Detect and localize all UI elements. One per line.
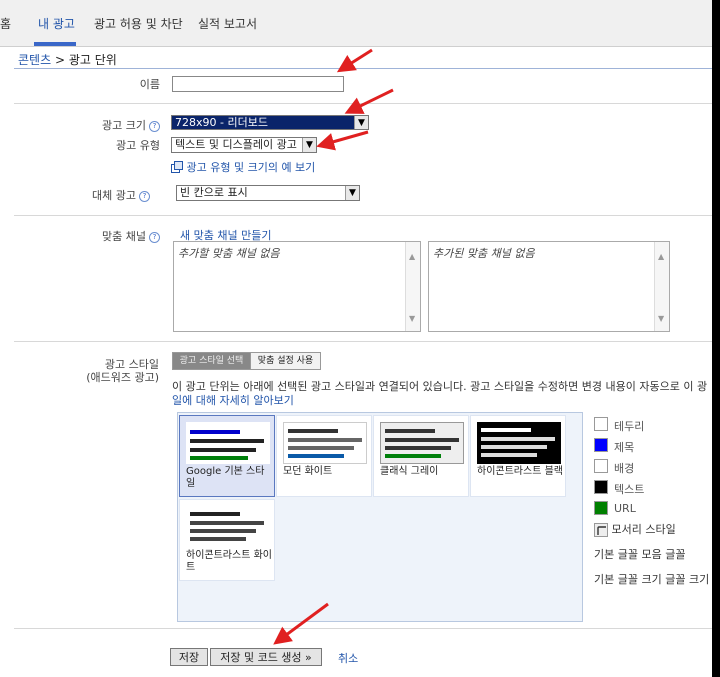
arrow-icon: [316, 130, 369, 151]
arrow-icon: [344, 88, 394, 114]
right-edge: [712, 0, 720, 677]
annotation-arrows: [273, 48, 394, 645]
arrow-icon: [273, 602, 329, 645]
arrow-icon: [336, 48, 373, 73]
page: 홈 내 광고 광고 허용 및 차단 실적 보고서 콘텐츠 > 광고 단위 이름 …: [0, 0, 712, 677]
